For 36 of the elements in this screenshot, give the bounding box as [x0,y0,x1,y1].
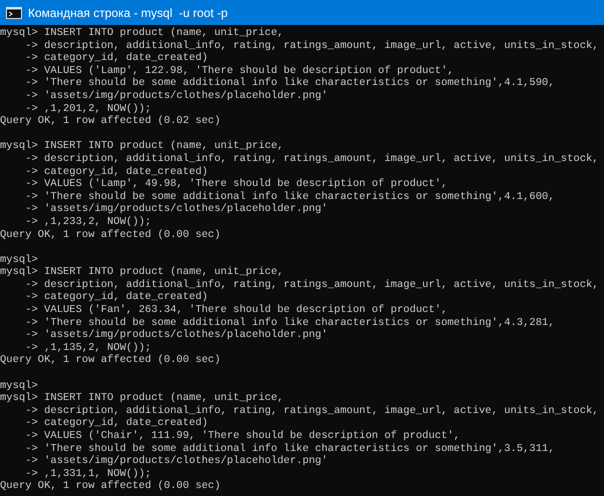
console-line: mysql> INSERT INTO product (name, unit_price, [0,27,284,40]
console-line: -> 'assets/img/products/clothes/placeholder.png' [24,455,328,468]
console-line: -> ,1,201,2, NOW()); [24,102,152,115]
console-line: mysql> [0,254,38,266]
window-title: Командная строка - mysql -u root -p [28,4,228,22]
console-line: -> VALUES ('Lamp', 49.98, 'There should be description of product', [24,178,448,191]
console-line: -> ,1,331,1, NOW()); [24,468,152,480]
console-line: mysql> INSERT INTO product (name, unit_price, [0,392,284,405]
console-line: -> 'There should be some additional info like characteristics or something',3.5,311, [24,442,554,455]
console-line: Query OK, 1 row affected (0.00 sec) [0,354,221,368]
terminal-icon [6,6,22,18]
console-line: Query OK, 1 row affected (0.02 sec) [0,115,221,128]
console-line: -> 'There should be some additional info like characteristics or something',4.3,281, [24,316,554,329]
console-line: -> description, additional_info, rating, ratings_amount, image_url, active, units_in_stock, [24,40,599,52]
console-line: -> description, additional_info, rating, ratings_amount, image_url, active, units_in_stock, [24,404,599,417]
console-line: -> 'There should be some additional info like characteristics or something',4.1,590, [24,77,554,90]
console-line: -> ,1,233,2, NOW()); [24,216,152,228]
console-line: -> VALUES ('Chair', 111.99, 'There should be description of product', [24,430,460,443]
console-line: -> VALUES ('Lamp', 122.98, 'There should be description of product', [24,64,454,77]
console-line: -> ,1,135,2, NOW()); [24,342,152,354]
console-line: Query OK, 1 row affected (0.00 sec) [0,228,221,242]
console-line: -> description, additional_info, rating, ratings_amount, image_url, active, units_in_stock, [24,278,599,291]
console-line: -> category_id, date_created) [24,166,208,178]
console-line: -> description, additional_info, rating, ratings_amount, image_url, active, units_in_stock, [24,152,599,166]
console-line: -> 'assets/img/products/clothes/placeholder.png' [24,329,328,342]
console-line: mysql> [0,380,38,392]
console-line: -> 'assets/img/products/clothes/placeholder.png' [24,90,328,103]
console-line: mysql> INSERT INTO product (name, unit_price, [0,140,284,153]
console-line: -> VALUES ('Fan', 263.34, 'There should be description of product', [24,304,448,317]
console-line: -> 'assets/img/products/clothes/placeholder.png' [24,203,328,216]
console-line: -> category_id, date_created) [24,417,208,430]
console-line: -> 'There should be some additional info like characteristics or something',4.1,600, [24,190,554,203]
console-line: -> category_id, date_created) [24,52,208,65]
console-line: -> category_id, date_created) [24,291,208,304]
console-line: mysql> INSERT INTO product (name, unit_price, [0,266,284,279]
console-line: Query OK, 1 row affected (0.00 sec) [0,480,221,493]
